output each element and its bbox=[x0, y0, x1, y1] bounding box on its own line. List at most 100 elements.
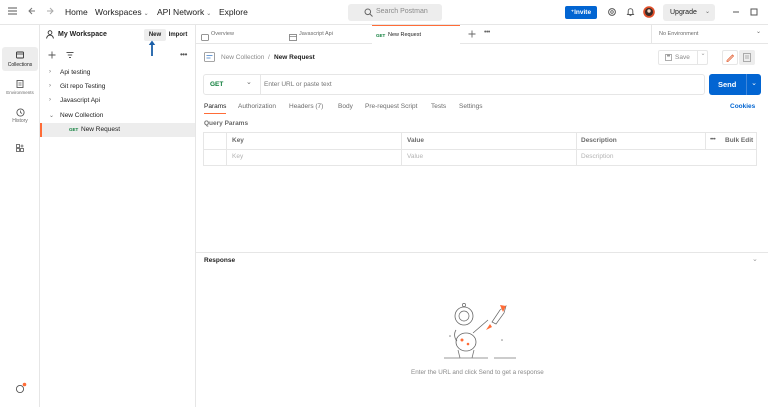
subtab-settings[interactable]: Settings bbox=[459, 103, 483, 110]
subtab-params[interactable]: Params bbox=[204, 103, 227, 114]
astronaut-illustration-icon bbox=[440, 300, 520, 364]
response-divider[interactable] bbox=[196, 252, 768, 253]
collection-name: Api testing bbox=[60, 69, 91, 76]
rail-collections-label: Collections bbox=[7, 62, 33, 68]
menu-icon[interactable] bbox=[8, 6, 17, 18]
upgrade-button[interactable]: Upgrade ⌄ bbox=[663, 4, 715, 21]
column-header-value: Value bbox=[407, 137, 424, 144]
chevron-down-icon: ⌄ bbox=[206, 11, 212, 17]
collection-name: Javascript Api bbox=[60, 97, 101, 104]
add-collection-icon[interactable] bbox=[48, 51, 56, 61]
maximize-icon[interactable] bbox=[750, 8, 758, 18]
description-input[interactable]: Description bbox=[581, 153, 614, 160]
chevron-down-icon: ⌄ bbox=[756, 29, 762, 35]
collection-item[interactable]: › Git repo Testing bbox=[40, 80, 195, 94]
chevron-down-icon: ⌄ bbox=[705, 9, 711, 15]
chevron-down-icon: ⌄ bbox=[746, 74, 761, 95]
bell-icon[interactable] bbox=[626, 7, 635, 19]
save-button[interactable]: Save ⌄ bbox=[658, 50, 708, 65]
rail-configure[interactable] bbox=[2, 143, 38, 167]
nav-api-network[interactable]: API Network ⌄ bbox=[157, 7, 211, 17]
chevron-down-icon[interactable]: ⌄ bbox=[752, 255, 758, 263]
chevron-down-icon: ⌄ bbox=[143, 11, 149, 17]
subtab-body[interactable]: Body bbox=[338, 103, 353, 110]
import-button[interactable]: Import bbox=[165, 29, 191, 41]
subtab-headers[interactable]: Headers (7) bbox=[289, 103, 323, 110]
chevron-down-icon: ⌄ bbox=[246, 79, 252, 86]
column-header-key: Key bbox=[232, 137, 244, 144]
sidebar: My Workspace New Import ••• › Api testin… bbox=[40, 25, 196, 407]
chevron-right-icon: › bbox=[49, 69, 51, 75]
query-params-title: Query Params bbox=[204, 120, 249, 127]
response-title: Response bbox=[204, 257, 236, 264]
rail-collections[interactable]: Collections bbox=[2, 47, 38, 71]
workspace-name[interactable]: My Workspace bbox=[58, 31, 107, 38]
collection-item[interactable]: › Javascript Api bbox=[40, 94, 195, 108]
rail-environments[interactable]: Environments bbox=[2, 77, 38, 101]
minimize-icon[interactable] bbox=[732, 8, 740, 18]
nav-workspaces[interactable]: Workspaces ⌄ bbox=[95, 7, 149, 17]
page-title[interactable]: New Request bbox=[274, 54, 315, 61]
url-bar: GET ⌄ bbox=[203, 74, 705, 95]
chevron-right-icon: › bbox=[49, 83, 51, 89]
chevron-down-icon: ⌄ bbox=[697, 50, 708, 65]
nav-explore[interactable]: Explore bbox=[219, 7, 248, 17]
method-badge: GET bbox=[69, 127, 79, 132]
top-bar: Home Workspaces ⌄ API Network ⌄ Explore Se… bbox=[0, 0, 768, 25]
documentation-icon[interactable] bbox=[739, 50, 755, 65]
method-badge: GET bbox=[376, 33, 386, 38]
rail-environments-label: Environments bbox=[6, 90, 34, 95]
user-icon bbox=[46, 30, 54, 41]
collection-item[interactable]: › Api testing bbox=[40, 66, 195, 80]
add-tab-icon[interactable] bbox=[468, 30, 476, 40]
tab-bar: Overview Javascript Api GET New Request … bbox=[196, 25, 768, 44]
invite-button[interactable]: ⁺Invite bbox=[565, 6, 597, 19]
filter-icon[interactable] bbox=[66, 51, 74, 61]
environment-selector[interactable]: No Environment ⌄ bbox=[651, 25, 768, 44]
more-tabs-icon[interactable]: ••• bbox=[484, 29, 490, 36]
save-icon bbox=[665, 54, 672, 63]
tab-javascript-api[interactable]: Javascript Api bbox=[287, 25, 371, 44]
more-options-icon[interactable]: ••• bbox=[180, 50, 187, 59]
invite-label: Invite bbox=[574, 9, 592, 16]
avatar[interactable] bbox=[643, 6, 655, 20]
tab-new-request[interactable]: GET New Request bbox=[372, 25, 460, 44]
collection-name: New Collection bbox=[60, 112, 104, 119]
nav-home[interactable]: Home bbox=[65, 7, 88, 17]
search-icon bbox=[364, 8, 373, 19]
back-arrow-icon[interactable] bbox=[28, 6, 36, 18]
subtab-pre-request-script[interactable]: Pre-request Script bbox=[365, 103, 417, 110]
tab-label: Javascript Api bbox=[299, 31, 333, 37]
method-label: GET bbox=[210, 81, 224, 88]
bulk-edit-link[interactable]: Bulk Edit bbox=[725, 137, 753, 144]
send-button[interactable]: Send ⌄ bbox=[709, 74, 761, 95]
tab-overview[interactable]: Overview bbox=[199, 25, 283, 44]
request-item[interactable]: GET New Request bbox=[40, 123, 195, 137]
cookies-link[interactable]: Cookies bbox=[730, 103, 755, 110]
runner-icon[interactable] bbox=[15, 382, 27, 396]
annotation-arrow-icon bbox=[148, 40, 156, 59]
key-input[interactable]: Key bbox=[232, 153, 243, 160]
http-request-icon bbox=[204, 52, 215, 64]
rail-history[interactable]: History bbox=[2, 107, 38, 131]
environment-label: No Environment bbox=[659, 31, 699, 37]
tab-label: New Request bbox=[388, 32, 422, 38]
search-placeholder: Search Postman bbox=[376, 8, 428, 15]
rail-history-label: History bbox=[12, 118, 28, 124]
collection-name: Git repo Testing bbox=[60, 83, 106, 90]
breadcrumb-collection[interactable]: New Collection bbox=[221, 54, 264, 61]
environments-icon bbox=[16, 80, 24, 90]
edit-icon[interactable] bbox=[722, 50, 738, 65]
search-bar[interactable]: Search Postman bbox=[348, 4, 442, 21]
subtab-authorization[interactable]: Authorization bbox=[238, 103, 276, 110]
value-input[interactable]: Value bbox=[407, 153, 423, 160]
chevron-right-icon: › bbox=[49, 97, 51, 103]
overview-icon bbox=[201, 31, 209, 50]
method-selector[interactable]: GET ⌄ bbox=[204, 75, 261, 94]
more-options-icon[interactable]: ••• bbox=[710, 136, 716, 143]
collection-item[interactable]: ⌄ New Collection bbox=[40, 109, 195, 123]
url-input[interactable] bbox=[264, 77, 700, 92]
subtab-tests[interactable]: Tests bbox=[431, 103, 446, 110]
gear-icon[interactable] bbox=[607, 7, 617, 19]
forward-arrow-icon[interactable] bbox=[46, 6, 54, 18]
